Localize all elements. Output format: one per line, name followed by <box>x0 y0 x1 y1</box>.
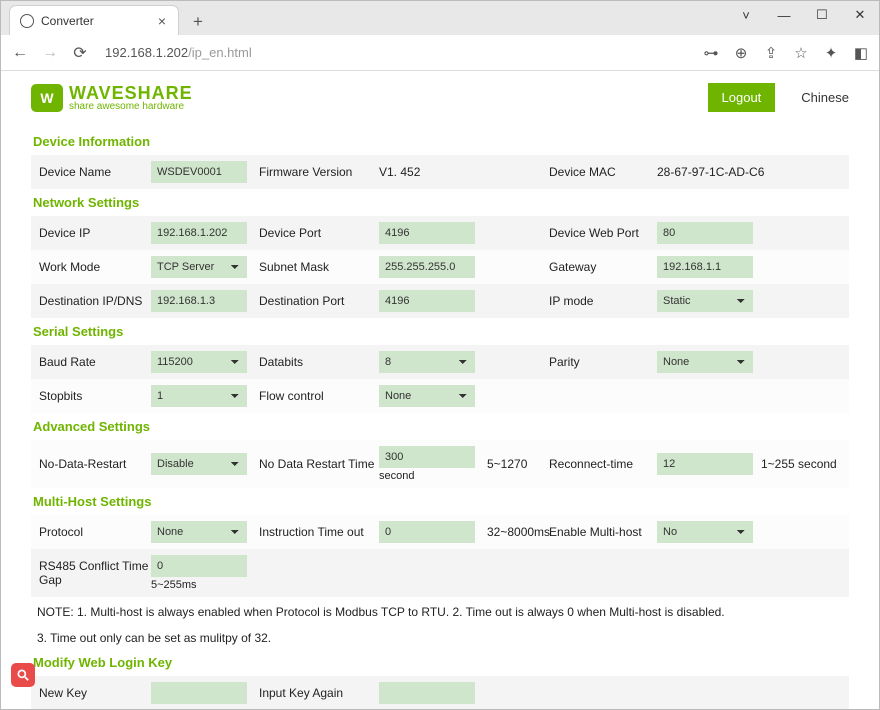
nodata-range: 5~1270 <box>487 457 549 471</box>
device-ip-label: Device IP <box>39 226 151 240</box>
rs485-label: RS485 Conflict Time Gap <box>39 559 151 587</box>
rs485-input[interactable] <box>151 555 247 577</box>
inst-timeout-input[interactable] <box>379 521 475 543</box>
new-tab-button[interactable]: + <box>185 9 211 35</box>
ip-mode-select[interactable]: Static <box>657 290 753 312</box>
web-port-label: Device Web Port <box>549 226 657 240</box>
page-content: W WAVESHARE share awesome hardware Logou… <box>1 71 879 709</box>
work-mode-select[interactable]: TCP Server <box>151 256 247 278</box>
section-multihost: Multi-Host Settings <box>31 488 849 515</box>
baud-label: Baud Rate <box>39 355 151 369</box>
page-header: W WAVESHARE share awesome hardware Logou… <box>31 83 849 112</box>
parity-label: Parity <box>549 355 657 369</box>
reload-icon[interactable]: ⟳ <box>71 44 89 62</box>
inst-timeout-label: Instruction Time out <box>259 525 379 539</box>
globe-icon <box>20 14 34 28</box>
nodata-select[interactable]: Disable <box>151 453 247 475</box>
forward-icon: → <box>41 44 59 62</box>
section-modify-key: Modify Web Login Key <box>31 649 849 676</box>
key-again-input[interactable] <box>379 682 475 704</box>
device-port-input[interactable] <box>379 222 475 244</box>
gateway-input[interactable] <box>657 256 753 278</box>
logo: W WAVESHARE share awesome hardware <box>31 84 193 112</box>
note-1: NOTE: 1. Multi-host is always enabled wh… <box>31 597 849 623</box>
language-link[interactable]: Chinese <box>801 90 849 105</box>
new-key-label: New Key <box>39 686 151 700</box>
reconn-input[interactable] <box>657 453 753 475</box>
extensions-icon[interactable]: ✦ <box>823 45 839 61</box>
firmware-label: Firmware Version <box>259 165 379 179</box>
close-icon[interactable]: × <box>158 13 166 29</box>
databits-select[interactable]: 8 <box>379 351 475 373</box>
ip-mode-label: IP mode <box>549 294 657 308</box>
section-network: Network Settings <box>31 189 849 216</box>
mac-label: Device MAC <box>549 165 657 179</box>
url-path: /ip_en.html <box>188 45 252 60</box>
flow-select[interactable]: None <box>379 385 475 407</box>
maximize-icon[interactable]: ☐ <box>803 1 841 29</box>
browser-tab[interactable]: Converter × <box>9 5 179 35</box>
nodata-label: No-Data-Restart <box>39 457 151 471</box>
device-ip-input[interactable] <box>151 222 247 244</box>
web-port-input[interactable] <box>657 222 753 244</box>
nodata-unit: second <box>379 470 475 482</box>
work-mode-label: Work Mode <box>39 260 151 274</box>
protocol-select[interactable]: None <box>151 521 247 543</box>
url-host: 192.168.1.202 <box>105 45 188 60</box>
reconn-label: Reconnect-time <box>549 457 657 471</box>
stopbits-select[interactable]: 1 <box>151 385 247 407</box>
enable-multihost-label: Enable Multi-host <box>549 525 657 539</box>
titlebar: Converter × + ˅ — ☐ ✕ <box>1 1 879 35</box>
reconn-range: 1~255 second <box>761 457 837 471</box>
note-2: 3. Time out only can be set as mulitpy o… <box>31 623 849 649</box>
search-float-icon[interactable] <box>11 663 35 687</box>
url-field[interactable]: 192.168.1.202/ip_en.html <box>101 45 691 60</box>
dest-port-label: Destination Port <box>259 294 379 308</box>
baud-select[interactable]: 115200 <box>151 351 247 373</box>
flow-label: Flow control <box>259 389 379 403</box>
protocol-label: Protocol <box>39 525 151 539</box>
address-bar: ← → ⟳ 192.168.1.202/ip_en.html ⊶ ⊕ ⇪ ☆ ✦… <box>1 35 879 71</box>
nodata-time-input[interactable] <box>379 446 475 468</box>
inst-range: 32~8000ms <box>487 525 549 539</box>
parity-select[interactable]: None <box>657 351 753 373</box>
back-icon[interactable]: ← <box>11 44 29 62</box>
zoom-icon[interactable]: ⊕ <box>733 45 749 61</box>
tab-title: Converter <box>41 14 94 28</box>
databits-label: Databits <box>259 355 379 369</box>
subnet-mask-label: Subnet Mask <box>259 260 379 274</box>
star-icon[interactable]: ☆ <box>793 45 809 61</box>
key-again-label: Input Key Again <box>259 686 379 700</box>
device-name-input[interactable] <box>151 161 247 183</box>
logo-badge-icon: W <box>31 84 63 112</box>
minimize-icon[interactable]: — <box>765 1 803 29</box>
nodata-time-label: No Data Restart Time <box>259 457 379 471</box>
subnet-mask-input[interactable] <box>379 256 475 278</box>
mac-value: 28-67-97-1C-AD-C6 <box>657 165 764 179</box>
device-name-label: Device Name <box>39 165 151 179</box>
key-icon[interactable]: ⊶ <box>703 45 719 61</box>
logout-button[interactable]: Logout <box>708 83 776 112</box>
rs485-range: 5~255ms <box>151 579 247 591</box>
dest-ip-label: Destination IP/DNS <box>39 294 151 308</box>
section-serial: Serial Settings <box>31 318 849 345</box>
browser-window: Converter × + ˅ — ☐ ✕ ← → ⟳ 192.168.1.20… <box>0 0 880 710</box>
logo-title: WAVESHARE <box>69 84 193 102</box>
share-icon[interactable]: ⇪ <box>763 45 779 61</box>
close-window-icon[interactable]: ✕ <box>841 1 879 29</box>
profile-icon[interactable]: ◧ <box>853 45 869 61</box>
chevron-down-icon[interactable]: ˅ <box>727 1 765 29</box>
gateway-label: Gateway <box>549 260 657 274</box>
section-advanced: Advanced Settings <box>31 413 849 440</box>
logo-subtitle: share awesome hardware <box>69 102 193 112</box>
dest-port-input[interactable] <box>379 290 475 312</box>
stopbits-label: Stopbits <box>39 389 151 403</box>
enable-multihost-select[interactable]: No <box>657 521 753 543</box>
section-device-info: Device Information <box>31 128 849 155</box>
firmware-value: V1. 452 <box>379 165 420 179</box>
new-key-input[interactable] <box>151 682 247 704</box>
device-port-label: Device Port <box>259 226 379 240</box>
dest-ip-input[interactable] <box>151 290 247 312</box>
